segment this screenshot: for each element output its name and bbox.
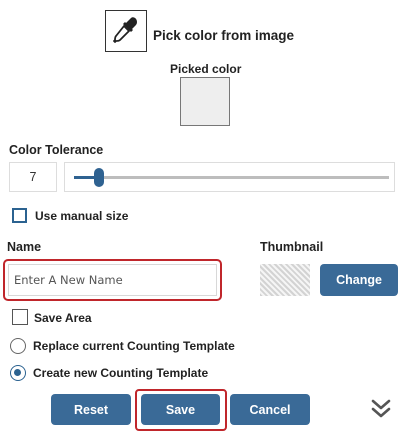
color-tolerance-slider[interactable] xyxy=(64,162,395,192)
thumbnail-label: Thumbnail xyxy=(260,240,324,254)
change-thumbnail-button[interactable]: Change xyxy=(320,264,398,296)
create-template-label: Create new Counting Template xyxy=(33,366,209,380)
pick-color-label: Pick color from image xyxy=(153,28,295,43)
color-tolerance-label: Color Tolerance xyxy=(9,143,104,157)
replace-template-radio[interactable] xyxy=(10,338,26,354)
create-template-radio[interactable] xyxy=(10,365,26,381)
slider-thumb[interactable] xyxy=(94,168,105,187)
thumbnail-image xyxy=(260,264,310,296)
cancel-button[interactable]: Cancel xyxy=(230,394,310,425)
picked-color-swatch xyxy=(180,77,230,126)
radio-selected-dot xyxy=(14,369,21,376)
picked-color-label: Picked color xyxy=(170,62,242,76)
slider-track xyxy=(74,176,389,179)
replace-template-label: Replace current Counting Template xyxy=(33,339,235,353)
double-chevron-down-icon[interactable] xyxy=(370,398,392,420)
manual-size-label: Use manual size xyxy=(35,209,129,223)
save-area-label: Save Area xyxy=(34,311,92,325)
save-button[interactable]: Save xyxy=(141,394,220,425)
name-input[interactable]: Enter A New Name xyxy=(8,264,217,296)
name-label: Name xyxy=(7,240,42,254)
color-tolerance-value[interactable]: 7 xyxy=(9,162,57,192)
manual-size-checkbox[interactable] xyxy=(12,208,27,223)
reset-button[interactable]: Reset xyxy=(51,394,131,425)
eyedropper-icon xyxy=(111,14,141,49)
save-area-checkbox[interactable] xyxy=(12,309,28,325)
pick-color-button[interactable] xyxy=(105,10,147,52)
